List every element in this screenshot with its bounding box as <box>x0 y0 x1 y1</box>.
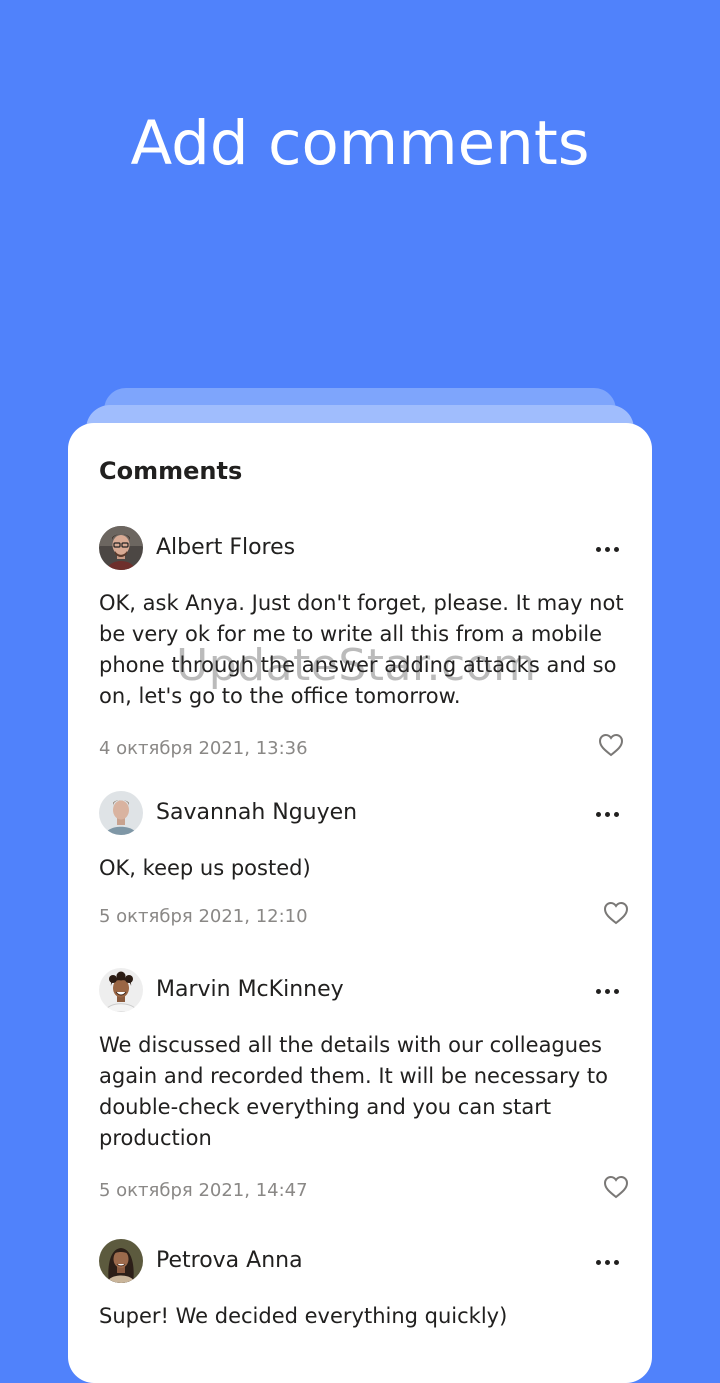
avatar[interactable] <box>99 968 143 1012</box>
comment-item: Savannah Nguyen OK, keep us posted) 5 ок… <box>99 791 629 938</box>
comment-text: We discussed all the details with our co… <box>99 1033 608 1150</box>
comment-date: 5 октября 2021, 14:47 <box>99 1180 308 1201</box>
avatar-man-icon <box>99 791 143 835</box>
avatar[interactable] <box>99 526 143 570</box>
comments-title: Comments <box>99 457 243 485</box>
comment-date: 5 октября 2021, 12:10 <box>99 906 308 927</box>
comment-author: Savannah Nguyen <box>156 800 358 825</box>
comment-text: OK, ask Anya. Just don't forget, please.… <box>99 591 624 708</box>
avatar-man-curly-icon <box>99 968 143 1012</box>
comment-item: Petrova Anna Super! We decided everythin… <box>99 1239 624 1332</box>
avatar[interactable] <box>99 1239 143 1283</box>
comment-date: 4 октября 2021, 13:36 <box>99 738 308 759</box>
headline: Add comments <box>130 108 590 179</box>
comments-card: Comments Albert Flores OK, ask Anya. Jus… <box>68 423 652 1383</box>
comment-text: Super! We decided everything quickly) <box>99 1304 508 1328</box>
comment-author: Petrova Anna <box>156 1248 303 1273</box>
avatar-woman-icon <box>99 1239 143 1283</box>
comment-text: OK, keep us posted) <box>99 856 311 880</box>
comment-author: Albert Flores <box>156 535 296 560</box>
more-options-icon[interactable] <box>590 1247 624 1277</box>
avatar[interactable] <box>99 791 143 835</box>
comment-item: Marvin McKinney We discussed all the det… <box>99 968 629 1212</box>
like-heart-icon[interactable] <box>601 1172 631 1202</box>
more-options-icon[interactable] <box>590 799 624 829</box>
comment-item: Albert Flores OK, ask Anya. Just don't f… <box>99 526 624 770</box>
more-options-icon[interactable] <box>590 976 624 1006</box>
comment-author: Marvin McKinney <box>156 977 344 1002</box>
avatar-man-glasses-icon <box>99 526 143 570</box>
more-options-icon[interactable] <box>590 534 624 564</box>
like-heart-icon[interactable] <box>596 730 626 760</box>
like-heart-icon[interactable] <box>601 898 631 928</box>
